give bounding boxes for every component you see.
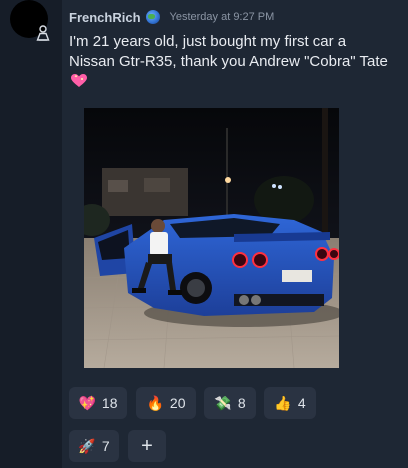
reaction-count: 8 xyxy=(237,395,246,411)
person-icon xyxy=(36,25,50,41)
fire-icon: 🔥 xyxy=(146,394,164,411)
thumbs-up-icon: 👍 xyxy=(274,394,292,411)
reaction-count: 18 xyxy=(101,395,118,411)
reaction-fire[interactable]: 🔥 20 xyxy=(136,387,196,419)
reaction-thumbs-up[interactable]: 👍 4 xyxy=(264,387,316,419)
sparkling-heart-icon xyxy=(71,74,87,87)
reaction-count: 7 xyxy=(101,438,110,454)
reaction-rocket[interactable]: 🚀 7 xyxy=(69,430,119,462)
add-reaction-button[interactable]: + xyxy=(128,430,166,462)
sparkling-heart-icon: 💖 xyxy=(78,394,96,411)
globe-icon xyxy=(145,10,160,24)
reaction-sparkling-heart[interactable]: 💖 18 xyxy=(69,387,127,419)
username[interactable]: FrenchRich xyxy=(69,10,141,25)
rocket-icon: 🚀 xyxy=(78,437,96,454)
reaction-count: 4 xyxy=(297,395,306,411)
left-rail xyxy=(0,0,62,468)
reaction-money-wings[interactable]: 💸 8 xyxy=(204,387,256,419)
money-wings-icon: 💸 xyxy=(214,394,232,411)
timestamp: Yesterday at 9:27 PM xyxy=(169,11,275,23)
message: FrenchRich Yesterday at 9:27 PM I'm 21 y… xyxy=(62,0,408,468)
message-body: I'm 21 years old, just bought my first c… xyxy=(69,33,388,70)
car-photo[interactable] xyxy=(84,108,339,368)
car-photo-illustration xyxy=(84,108,339,368)
message-header: FrenchRich Yesterday at 9:27 PM xyxy=(69,9,274,25)
reaction-count: 20 xyxy=(169,395,186,411)
message-text: I'm 21 years old, just bought my first c… xyxy=(69,32,389,92)
